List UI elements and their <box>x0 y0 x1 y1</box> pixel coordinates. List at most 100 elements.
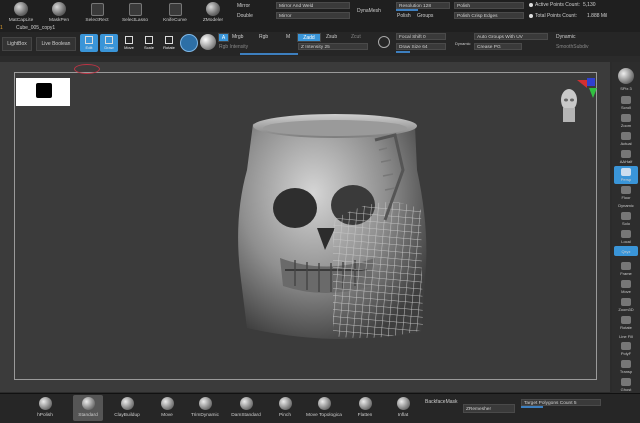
total-points-dot-icon <box>529 14 533 18</box>
selectrect-tool[interactable]: SelectRect <box>84 0 110 30</box>
solo-button[interactable]: Solo <box>614 210 638 228</box>
live-boolean-button[interactable]: Live Boolean <box>36 37 76 51</box>
thumbnail-silhouette-icon <box>36 83 52 98</box>
target-polygons-slider[interactable]: Target Polygons Count 5 <box>521 399 601 406</box>
double-label[interactable]: Double <box>237 13 253 19</box>
persp-button[interactable]: Persp <box>614 166 638 184</box>
zremesher-button[interactable]: ZRemesher <box>463 404 515 413</box>
selectlasso-tool[interactable]: SelectLasso <box>122 0 148 30</box>
knife-curve-icon <box>168 3 182 16</box>
bpr-render-icon[interactable] <box>618 68 634 84</box>
brush-hpolish[interactable]: hPolish <box>30 395 60 421</box>
total-points-value: 1.888 Mil <box>587 13 608 19</box>
persp-icon <box>621 168 631 176</box>
brush-shelf: hPolish Standard ClayBuildup Move TrimDy… <box>0 393 640 423</box>
polish-slider[interactable]: Polish <box>454 2 524 9</box>
select-lasso-icon <box>128 3 142 16</box>
subtool-thumbnail[interactable] <box>16 78 70 106</box>
damstandard-brush-icon <box>239 397 253 410</box>
subtool-number: 1 <box>0 25 3 31</box>
zoom-icon <box>621 114 631 122</box>
zmodeler-tool[interactable]: ZModeler <box>200 0 226 30</box>
polyf-icon <box>621 342 631 350</box>
polish-crisp-edges-slider[interactable]: Polish Crisp Edges <box>454 12 524 19</box>
active-points-dot-icon <box>529 3 533 7</box>
floor-button[interactable]: Floor <box>614 184 638 202</box>
rotate-view-button[interactable]: Rotate <box>614 314 638 332</box>
move-button[interactable]: Move <box>120 34 138 52</box>
a-channel-button[interactable]: A <box>218 33 229 42</box>
crease-pg-button[interactable]: Crease PG <box>474 43 522 50</box>
zoom-button[interactable]: Zoom <box>614 112 638 130</box>
select-rect-icon <box>90 3 104 16</box>
draw-size-fill <box>396 51 410 53</box>
ghost-icon <box>621 378 631 386</box>
gizmo-toggle-icon[interactable] <box>180 34 198 52</box>
qxyz-button[interactable]: Qxyz <box>614 246 638 256</box>
focal-shift-slider[interactable]: Focal Shift 0 <box>396 33 446 40</box>
resolution-slider[interactable]: Resolution 128 <box>396 2 450 9</box>
scroll-icon <box>621 96 631 104</box>
move-brush-icon <box>160 397 174 410</box>
smooth-subdiv-slider[interactable]: SmoothSubdiv <box>556 44 589 50</box>
knifecurve-tool[interactable]: KnifeCurve <box>162 0 188 30</box>
local-button[interactable]: Local <box>614 228 638 246</box>
brush-pinch[interactable]: Pinch <box>270 395 300 421</box>
brush-flatten[interactable]: Flatten <box>350 395 380 421</box>
brush-move[interactable]: Move <box>152 395 182 421</box>
transp-button[interactable]: Transp <box>614 358 638 376</box>
backface-mask-toggle[interactable]: BackfaceMask <box>425 399 458 405</box>
frame-button[interactable]: Frame <box>614 260 638 278</box>
aahalf-icon <box>621 150 631 158</box>
brush-damstandard[interactable]: DamStandard <box>231 395 261 421</box>
polyf-button[interactable]: PolyF <box>614 340 638 358</box>
move-view-button[interactable]: Move <box>614 278 638 296</box>
navigation-head-icon[interactable] <box>555 78 597 128</box>
matcap-icon <box>14 2 28 16</box>
actual-button[interactable]: Actual <box>614 130 638 148</box>
auto-groups-with-uv-button[interactable]: Auto Groups With UV <box>474 33 548 40</box>
skull-cup-model[interactable] <box>225 110 440 345</box>
zadd-button[interactable]: Zadd <box>297 33 321 42</box>
move-view-icon <box>621 280 631 288</box>
zoom3d-button[interactable]: Zoom3D <box>614 296 638 314</box>
dynamic-size-toggle[interactable]: Dynamic <box>455 41 471 46</box>
total-points-label: Total Points Count: <box>535 13 577 19</box>
move-topological-brush-icon <box>317 397 331 410</box>
brush-move-topological[interactable]: Move Topologica <box>306 395 342 421</box>
top-toolbar: MatCapLite MaskPen SelectRect SelectLass… <box>0 0 640 33</box>
edit-button[interactable]: Edit <box>80 34 98 52</box>
brush-standard[interactable]: Standard <box>73 395 103 421</box>
brush-claybuildup[interactable]: ClayBuildup <box>112 395 142 421</box>
lazy-mouse-icon[interactable] <box>378 36 390 48</box>
zoom3d-icon <box>621 298 631 306</box>
mirror-label[interactable]: Mirror <box>237 3 250 9</box>
lightbox-button[interactable]: LightBox <box>2 37 32 51</box>
dynamic-subdiv-toggle[interactable]: Dynamic <box>556 34 575 40</box>
rotate-button[interactable]: Rotate <box>160 34 178 52</box>
zcut-button[interactable]: Zcut <box>351 34 361 40</box>
zsub-button[interactable]: Zsub <box>326 34 337 40</box>
m-button[interactable]: M <box>286 34 290 40</box>
polish-toggle[interactable]: Polish <box>397 13 411 19</box>
rgb-intensity-slider[interactable]: Rgb Intensity <box>219 44 248 50</box>
draw-button[interactable]: Draw <box>100 34 118 52</box>
z-intensity-slider[interactable]: Z Intensity 25 <box>298 43 368 50</box>
material-sphere-icon[interactable] <box>200 34 216 50</box>
ghost-button[interactable]: Ghost <box>614 376 638 394</box>
scale-button[interactable]: Scale <box>140 34 158 52</box>
mirror-button[interactable]: Mirror <box>276 12 350 19</box>
mrgb-button[interactable]: Mrgb <box>232 34 243 40</box>
dynamesh-button[interactable]: DynaMesh <box>357 8 381 14</box>
solo-icon <box>621 212 631 220</box>
mirror-and-weld-button[interactable]: Mirror And Weld <box>276 2 350 9</box>
brush-trimdynamic[interactable]: TrimDynamic <box>190 395 220 421</box>
brush-inflat[interactable]: Inflat <box>388 395 418 421</box>
standard-brush-icon <box>81 397 95 410</box>
rotate-view-icon <box>621 316 631 324</box>
aahalf-button[interactable]: AAHalf <box>614 148 638 166</box>
draw-size-slider[interactable]: Draw Size 64 <box>396 43 446 50</box>
scroll-button[interactable]: Scroll <box>614 94 638 112</box>
rgb-button[interactable]: Rgb <box>259 34 268 40</box>
groups-toggle[interactable]: Groups <box>417 13 433 19</box>
